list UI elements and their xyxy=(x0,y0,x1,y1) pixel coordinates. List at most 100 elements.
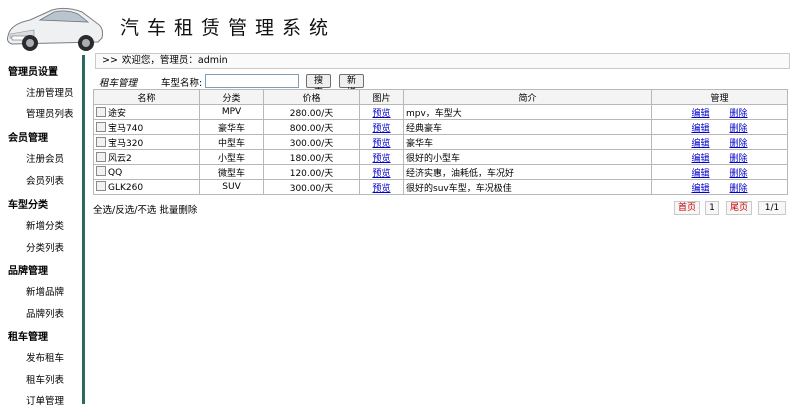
edit-link[interactable]: 编辑 xyxy=(691,124,709,134)
nav-item-category-list[interactable]: 分类列表 xyxy=(26,240,64,254)
delete-link[interactable]: 删除 xyxy=(730,124,748,134)
car-logo-icon xyxy=(7,7,103,51)
cell-actions: 编辑 删除 xyxy=(651,134,788,150)
cell-intro: 经典豪车 xyxy=(403,119,652,135)
cell-price: 280.00/天 xyxy=(263,104,360,120)
edit-link[interactable]: 编辑 xyxy=(691,184,709,194)
column-header-price: 价格 xyxy=(263,89,360,105)
edit-link[interactable]: 编辑 xyxy=(691,139,709,149)
toolbar: 租车管理 车型名称: 搜索 新增 xyxy=(95,74,795,98)
cell-name: QQ xyxy=(93,164,200,180)
column-header-name: 名称 xyxy=(93,89,200,105)
preview-link[interactable]: 预览 xyxy=(372,109,390,119)
preview-link[interactable]: 预览 xyxy=(372,154,390,164)
row-checkbox[interactable] xyxy=(96,181,106,191)
cell-name: 风云2 xyxy=(93,149,200,165)
cell-price: 300.00/天 xyxy=(263,134,360,150)
column-header-manage: 管理 xyxy=(651,89,788,105)
search-button[interactable]: 搜索 xyxy=(306,74,331,98)
delete-link[interactable]: 删除 xyxy=(730,154,748,164)
cell-name: 宝马740 xyxy=(93,119,200,135)
nav-group-member-management[interactable]: 会员管理 xyxy=(8,129,48,144)
cell-image: 预览 xyxy=(359,149,404,165)
pager-last-button[interactable]: 尾页 xyxy=(726,201,752,215)
car-name: 风云2 xyxy=(108,153,132,164)
cell-intro: 经济实惠，油耗低，车况好 xyxy=(403,164,652,180)
nav-item-add-category[interactable]: 新增分类 xyxy=(26,218,64,232)
column-header-image: 图片 xyxy=(359,89,404,105)
table-row: 风云2 小型车 180.00/天 预览 很好的小型车 编辑 删除 xyxy=(93,149,788,165)
preview-link[interactable]: 预览 xyxy=(372,124,390,134)
search-input[interactable] xyxy=(205,74,299,88)
row-checkbox[interactable] xyxy=(96,121,106,132)
header: 汽车租赁管理系统 xyxy=(0,0,800,55)
table-footer: 全选/反选/不选 批量删除 首页 1 尾页 1/1 xyxy=(93,201,787,216)
cell-actions: 编辑 删除 xyxy=(651,164,788,180)
delete-link[interactable]: 删除 xyxy=(730,184,748,194)
cell-intro: 豪华车 xyxy=(403,134,652,150)
table-row: QQ 微型车 120.00/天 预览 经济实惠，油耗低，车况好 编辑 删除 xyxy=(93,164,788,180)
pager-first-button[interactable]: 首页 xyxy=(674,201,700,215)
search-label: 车型名称: xyxy=(161,78,203,89)
nav-item-register-admin[interactable]: 注册管理员 xyxy=(26,85,74,99)
row-checkbox[interactable] xyxy=(96,151,106,162)
cell-intro: 很好的suv车型，车况极佳 xyxy=(403,179,652,195)
edit-link[interactable]: 编辑 xyxy=(691,154,709,164)
nav-item-admin-list[interactable]: 管理员列表 xyxy=(26,106,74,120)
delete-link[interactable]: 删除 xyxy=(730,109,748,119)
car-name: 宝马740 xyxy=(108,123,144,134)
nav-group-car-categories[interactable]: 车型分类 xyxy=(8,196,48,211)
car-table: 名称 分类 价格 图片 简介 管理 途安 MPV 280.00/天 预览 mpv… xyxy=(93,89,788,195)
row-checkbox[interactable] xyxy=(96,166,106,176)
preview-link[interactable]: 预览 xyxy=(372,139,390,149)
bulk-actions[interactable]: 全选/反选/不选 批量删除 xyxy=(93,202,197,216)
cell-image: 预览 xyxy=(359,164,404,180)
nav-group-brand-management[interactable]: 品牌管理 xyxy=(8,262,48,277)
cell-category: 小型车 xyxy=(199,149,264,165)
nav-item-publish-rental[interactable]: 发布租车 xyxy=(26,350,64,364)
cell-price: 800.00/天 xyxy=(263,119,360,135)
nav-item-add-brand[interactable]: 新增品牌 xyxy=(26,284,64,298)
cell-price: 180.00/天 xyxy=(263,149,360,165)
cell-image: 预览 xyxy=(359,134,404,150)
nav-item-rental-list[interactable]: 租车列表 xyxy=(26,372,64,386)
car-name: 宝马320 xyxy=(108,138,144,149)
cell-actions: 编辑 删除 xyxy=(651,104,788,120)
row-checkbox[interactable] xyxy=(96,136,106,147)
cell-name: GLK260 xyxy=(93,179,200,195)
car-name: GLK260 xyxy=(108,183,144,193)
sidebar-divider xyxy=(82,55,85,404)
table-row: 宝马320 中型车 300.00/天 预览 豪华车 编辑 删除 xyxy=(93,134,788,150)
cell-intro: mpv，车型大 xyxy=(403,104,652,120)
nav-group-admin-settings[interactable]: 管理员设置 xyxy=(8,63,58,78)
nav-item-member-list[interactable]: 会员列表 xyxy=(26,173,64,187)
welcome-bar: >> 欢迎您，管理员：admin xyxy=(95,53,790,69)
cell-image: 预览 xyxy=(359,179,404,195)
delete-link[interactable]: 删除 xyxy=(730,169,748,179)
cell-category: MPV xyxy=(199,104,264,120)
edit-link[interactable]: 编辑 xyxy=(691,169,709,179)
preview-link[interactable]: 预览 xyxy=(372,169,390,179)
cell-category: SUV xyxy=(199,179,264,195)
table-header-row: 名称 分类 价格 图片 简介 管理 xyxy=(93,89,788,105)
nav-group-rental-management[interactable]: 租车管理 xyxy=(8,328,48,343)
cell-price: 300.00/天 xyxy=(263,179,360,195)
welcome-arrows: >> xyxy=(102,55,118,66)
cell-actions: 编辑 删除 xyxy=(651,119,788,135)
cell-image: 预览 xyxy=(359,119,404,135)
table-row: GLK260 SUV 300.00/天 预览 很好的suv车型，车况极佳 编辑 删… xyxy=(93,179,788,195)
nav-item-order-management[interactable]: 订单管理 xyxy=(26,393,64,407)
nav-item-brand-list[interactable]: 品牌列表 xyxy=(26,306,64,320)
preview-link[interactable]: 预览 xyxy=(372,184,390,194)
column-header-intro: 简介 xyxy=(403,89,652,105)
delete-link[interactable]: 删除 xyxy=(730,139,748,149)
section-label: 租车管理 xyxy=(99,78,138,89)
cell-category: 中型车 xyxy=(199,134,264,150)
add-button[interactable]: 新增 xyxy=(339,74,364,98)
pager-current-page[interactable]: 1 xyxy=(705,201,719,215)
row-checkbox[interactable] xyxy=(96,106,106,117)
pager-total: 1/1 xyxy=(758,201,786,215)
cell-name: 宝马320 xyxy=(93,134,200,150)
edit-link[interactable]: 编辑 xyxy=(691,109,709,119)
nav-item-register-member[interactable]: 注册会员 xyxy=(26,151,64,165)
